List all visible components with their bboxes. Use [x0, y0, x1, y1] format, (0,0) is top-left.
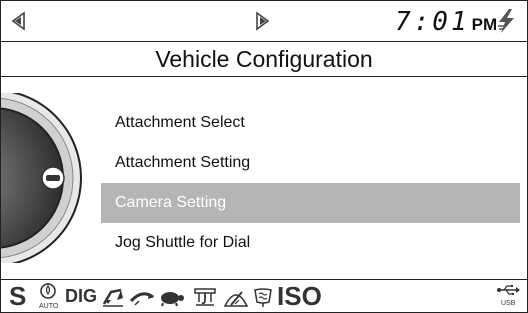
top-bar: 7:01 PM — [1, 1, 527, 42]
usb-indicator: USB — [495, 280, 521, 312]
s-mode-label: S — [9, 281, 27, 311]
auto-idle-icon — [40, 283, 56, 299]
auto-label: AUTO — [39, 303, 59, 310]
usb-label: USB — [501, 300, 516, 307]
clock-ampm: PM — [471, 15, 498, 34]
screen: 7:01 PM Vehicle Configuration Attachment… — [0, 0, 528, 313]
iso-pattern-indicator: ISO — [277, 280, 322, 312]
menu-item-jog-shuttle[interactable]: Jog Shuttle for Dial — [101, 223, 520, 263]
usb-icon — [497, 285, 520, 296]
left-arrow-icon[interactable] — [9, 11, 29, 31]
fine-swing-indicator — [129, 280, 155, 312]
menu-item-attachment-setting[interactable]: Attachment Setting — [101, 143, 520, 183]
menu-item-camera-setting[interactable]: Camera Setting — [101, 183, 520, 223]
dig-mode-indicator: DIG — [65, 280, 98, 312]
s-mode-indicator: S — [9, 280, 27, 312]
right-arrow-icon[interactable] — [252, 11, 272, 31]
page-title: Vehicle Configuration — [155, 46, 373, 72]
swing-icon — [129, 291, 154, 306]
auto-idle-indicator: AUTO — [38, 280, 60, 312]
work-mode-indicator — [193, 280, 217, 312]
wiper-icon — [223, 290, 249, 307]
clock-time: 7:01 — [395, 7, 470, 37]
dig-label: DIG — [65, 286, 98, 306]
travel-speed-indicator — [157, 280, 185, 312]
wiper-indicator — [223, 280, 249, 312]
iso-label: ISO — [277, 281, 322, 311]
menu-item-attachment-select[interactable]: Attachment Select — [101, 103, 520, 143]
turtle-icon — [161, 291, 184, 306]
crane-hook-icon — [194, 287, 216, 306]
settings-menu: Attachment Select Attachment Setting Cam… — [101, 103, 520, 263]
heater-indicator — [251, 280, 275, 312]
clock: 7:01 PM — [395, 7, 497, 37]
title-bar: Vehicle Configuration — [1, 42, 527, 77]
auto-dig-indicator — [101, 280, 125, 312]
defroster-icon — [254, 287, 272, 307]
status-bar: S AUTO DIG ISO USB — [1, 279, 527, 312]
excavator-arm-icon — [102, 288, 123, 307]
jog-dial-icon[interactable] — [1, 93, 101, 263]
content-area: Attachment Select Attachment Setting Cam… — [1, 77, 527, 278]
lightning-bolt-icon — [498, 9, 514, 33]
